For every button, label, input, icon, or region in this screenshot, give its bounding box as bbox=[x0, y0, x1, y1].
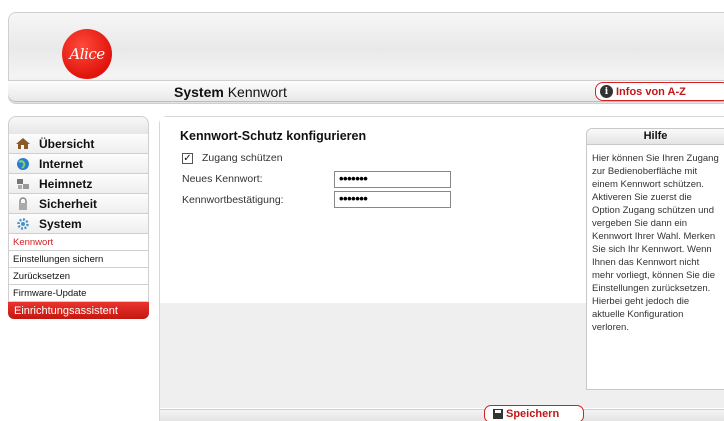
lock-icon bbox=[15, 196, 31, 211]
globe-icon bbox=[15, 157, 31, 171]
footer-bar bbox=[160, 409, 724, 421]
network-icon bbox=[15, 177, 31, 191]
title-bar: System Kennwort i Infos von A-Z bbox=[8, 80, 724, 102]
sidebar-item-sicherheit[interactable]: Sicherheit bbox=[8, 194, 149, 214]
new-password-field[interactable]: ••••••• bbox=[334, 171, 451, 188]
house-icon bbox=[15, 137, 31, 151]
page-title: System Kennwort bbox=[174, 84, 287, 100]
subnav-zuruecksetzen[interactable]: Zurücksetzen bbox=[8, 268, 149, 285]
sidebar-item-label: Sicherheit bbox=[39, 196, 98, 211]
sidebar-item-label: Internet bbox=[39, 156, 84, 171]
infos-a-z-label: Infos von A-Z bbox=[616, 85, 686, 98]
gear-icon bbox=[15, 217, 31, 231]
save-icon bbox=[493, 409, 503, 419]
subnav-kennwort[interactable]: Kennwort bbox=[8, 234, 149, 251]
help-text: Hier können Sie Ihren Zugang zur Bedieno… bbox=[592, 153, 719, 333]
info-icon: i bbox=[600, 85, 613, 98]
sidebar-item-label: Heimnetz bbox=[39, 176, 93, 191]
protect-checkbox[interactable]: ✓ bbox=[182, 152, 193, 164]
sidebar-item-heimnetz[interactable]: Heimnetz bbox=[8, 174, 149, 194]
subnav-einstellungen-sichern[interactable]: Einstellungen sichern bbox=[8, 251, 149, 268]
save-button[interactable]: Speichern bbox=[484, 405, 584, 421]
confirm-password-label: Kennwortbestätigung: bbox=[182, 194, 284, 206]
subnav-firmware-update[interactable]: Firmware-Update bbox=[8, 285, 149, 302]
page-title-section: System bbox=[174, 84, 224, 100]
sidebar-item-system[interactable]: System bbox=[8, 214, 149, 234]
sidebar: Übersicht Internet Heimnetz Sicherheit S… bbox=[8, 116, 149, 319]
alice-logo[interactable]: Alice bbox=[62, 29, 112, 79]
sidebar-item-internet[interactable]: Internet bbox=[8, 154, 149, 174]
protect-label: Zugang schützen bbox=[202, 152, 283, 164]
sidebar-item-label: System bbox=[39, 216, 82, 231]
sidebar-item-label: Übersicht bbox=[39, 136, 95, 151]
page: Alice System Kennwort i Infos von A-Z Üb… bbox=[0, 0, 724, 421]
sidebar-header bbox=[8, 116, 149, 134]
save-label: Speichern bbox=[506, 408, 560, 420]
protect-row: ✓ Zugang schützen bbox=[182, 152, 283, 164]
form-title: Kennwort-Schutz konfigurieren bbox=[180, 129, 367, 143]
sidebar-item-uebersicht[interactable]: Übersicht bbox=[8, 134, 149, 154]
confirm-password-field[interactable]: ••••••• bbox=[334, 191, 451, 208]
help-title: Hilfe bbox=[587, 129, 724, 145]
help-panel: Hilfe Hier können Sie Ihren Zugang zur B… bbox=[586, 128, 724, 390]
page-title-page: Kennwort bbox=[227, 84, 287, 100]
infos-a-z-button[interactable]: i Infos von A-Z bbox=[595, 82, 724, 101]
wizard-button[interactable]: Einrichtungsassistent bbox=[8, 302, 149, 319]
new-password-label: Neues Kennwort: bbox=[182, 173, 263, 185]
